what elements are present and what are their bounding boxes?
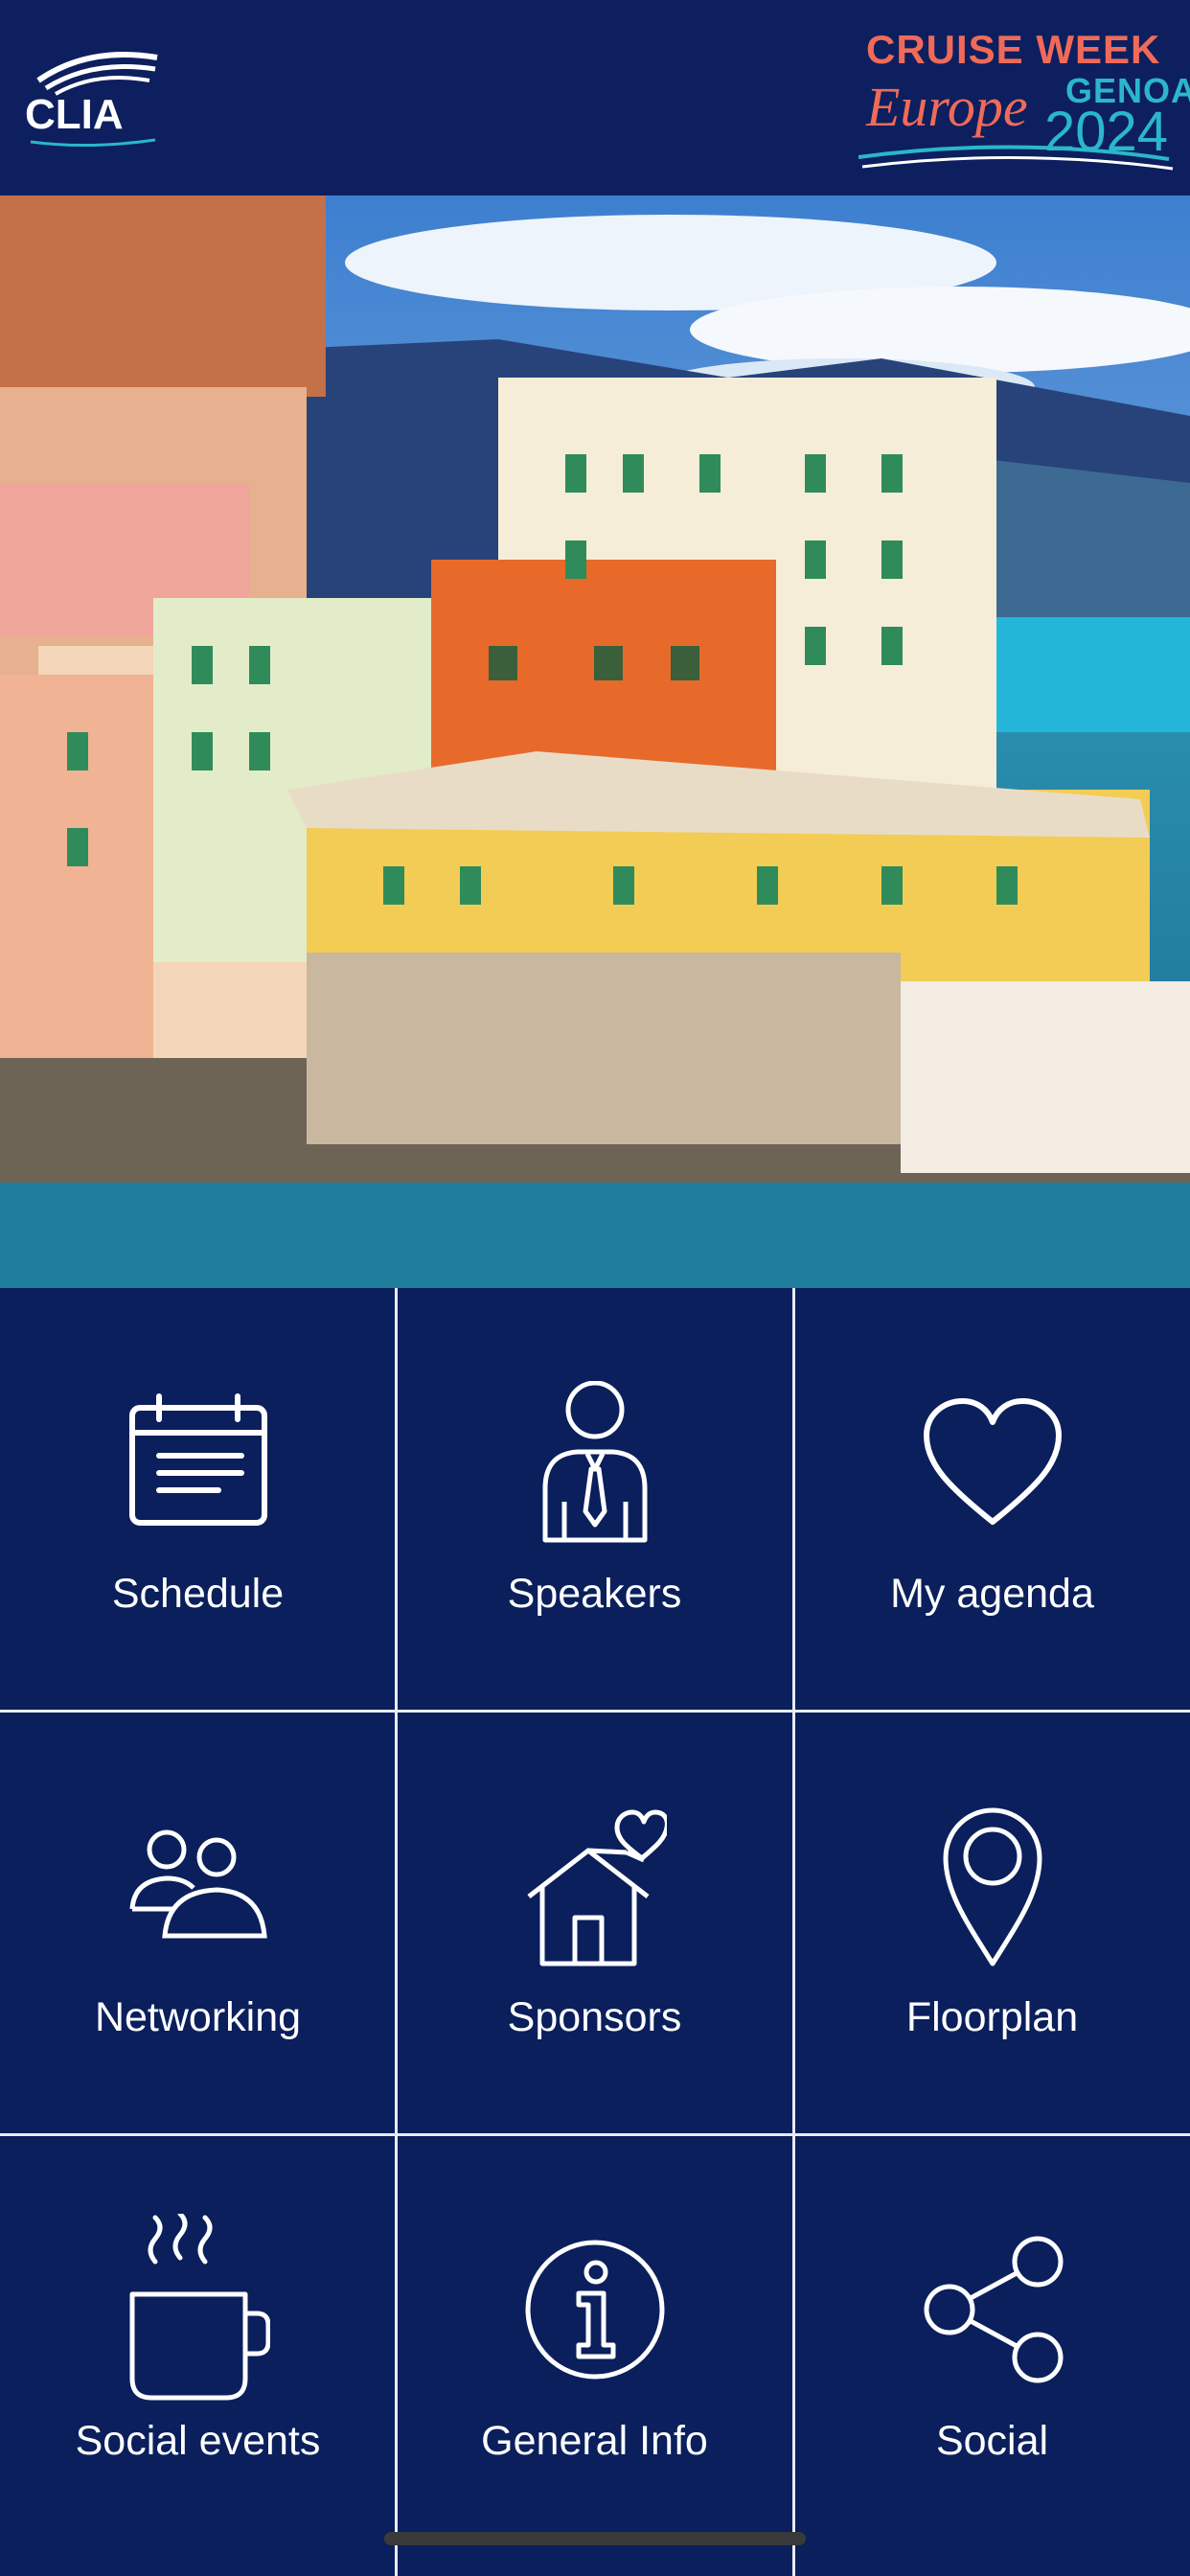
menu-social-events[interactable]: Social events [0,2135,396,2558]
logo-line1: CRUISE WEEK [866,27,1161,72]
menu-label: Sponsors [507,1994,682,2040]
menu-label: Speakers [507,1571,682,1617]
hero-image [0,196,1190,1288]
coffee-cup-icon [117,2214,280,2401]
menu-label: General Info [481,2418,708,2464]
home-indicator[interactable] [384,2532,806,2545]
menu-label: Social events [75,2418,321,2464]
menu-label: Networking [94,1994,302,2040]
clia-logo[interactable]: CLIA [21,36,165,151]
grid-divider [395,1288,398,2576]
menu-general-info[interactable]: General Info [397,2135,792,2558]
logo-line2: Europe [866,76,1028,138]
menu-floorplan[interactable]: Floorplan [794,1712,1190,2134]
cruise-week-logo: CRUISE WEEK Europe GENOA 2024 [853,21,1190,184]
menu-speakers[interactable]: Speakers [397,1288,792,1711]
menu-networking[interactable]: Networking [0,1712,396,2134]
grid-divider [0,2133,1190,2136]
house-heart-icon [514,1805,676,1967]
menu-grid: Schedule Speakers My agenda Networking S… [0,1288,1190,2576]
menu-schedule[interactable]: Schedule [0,1288,396,1711]
menu-my-agenda[interactable]: My agenda [794,1288,1190,1711]
menu-label: Social [935,2418,1049,2464]
menu-label: Floorplan [905,1994,1079,2040]
heart-icon [911,1381,1074,1544]
svg-text:CLIA: CLIA [25,91,124,138]
people-icon [117,1805,280,1967]
speaker-person-icon [514,1381,676,1544]
menu-sponsors[interactable]: Sponsors [397,1712,792,2134]
share-icon [911,2228,1074,2391]
map-pin-icon [911,1805,1074,1967]
grid-divider [0,1710,1190,1713]
menu-label: My agenda [890,1571,1094,1617]
menu-label: Schedule [111,1571,285,1617]
info-icon [514,2228,676,2391]
app-header: CLIA CRUISE WEEK Europe GENOA 2024 [0,0,1190,196]
calendar-icon [117,1381,280,1544]
menu-social[interactable]: Social [794,2135,1190,2558]
grid-divider [792,1288,795,2576]
